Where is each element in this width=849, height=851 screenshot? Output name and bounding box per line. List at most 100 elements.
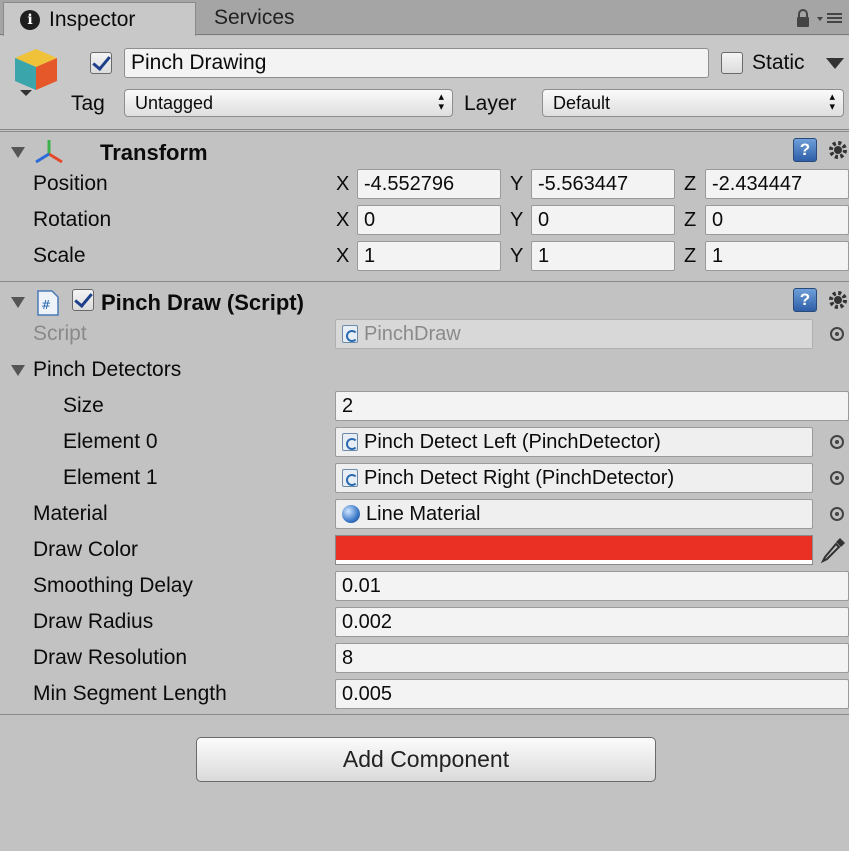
- draw-color-label: Draw Color: [33, 538, 139, 561]
- transform-header[interactable]: Transform ?: [0, 131, 849, 169]
- element-0-value: Pinch Detect Left (PinchDetector): [364, 430, 661, 453]
- pinch-draw-title: Pinch Draw (Script): [101, 290, 304, 315]
- foldout-arrow-icon[interactable]: [11, 297, 25, 308]
- size-label: Size: [63, 394, 104, 417]
- layer-dropdown[interactable]: Default ▴ ▾: [542, 89, 844, 117]
- position-y-field[interactable]: -5.563447: [531, 169, 675, 199]
- static-label: Static: [752, 51, 805, 74]
- element-0-field[interactable]: Pinch Detect Left (PinchDetector): [335, 427, 813, 457]
- pinch-detectors-label[interactable]: Pinch Detectors: [33, 358, 181, 382]
- svg-text:#: #: [41, 298, 51, 312]
- position-x-field[interactable]: -4.552796: [357, 169, 501, 199]
- material-value: Line Material: [366, 502, 481, 525]
- foldout-arrow-icon[interactable]: [11, 147, 25, 158]
- element-1-field[interactable]: Pinch Detect Right (PinchDetector): [335, 463, 813, 493]
- size-value: 2: [342, 394, 354, 417]
- axis-z-label: Z: [684, 209, 697, 231]
- pinch-draw-header[interactable]: # Pinch Draw (Script) ?: [0, 281, 849, 319]
- axis-x-label: X: [336, 209, 350, 231]
- axis-x-label: X: [336, 245, 350, 267]
- script-field: PinchDraw: [335, 319, 813, 349]
- scale-z-field[interactable]: 1: [705, 241, 849, 271]
- static-dropdown-icon[interactable]: [826, 58, 844, 70]
- object-picker-icon[interactable]: [830, 435, 844, 449]
- smoothing-delay-value: 0.01: [342, 574, 381, 597]
- script-value: PinchDraw: [364, 322, 461, 345]
- axis-x-label: X: [336, 173, 350, 195]
- axis-y-label: Y: [510, 209, 524, 231]
- rotation-y-field[interactable]: 0: [531, 205, 675, 235]
- position-z-value: -2.434447: [712, 172, 803, 195]
- gameobject-name-value: Pinch Drawing: [131, 51, 267, 74]
- add-component-button[interactable]: Add Component: [196, 737, 656, 782]
- axis-y-label: Y: [510, 245, 524, 267]
- help-icon[interactable]: ?: [793, 288, 817, 312]
- rotation-z-field[interactable]: 0: [705, 205, 849, 235]
- position-label: Position: [33, 172, 108, 195]
- script-file-icon: [342, 469, 358, 487]
- min-segment-length-label: Min Segment Length: [33, 682, 227, 705]
- smoothing-delay-field[interactable]: 0.01: [335, 571, 849, 601]
- rotation-z-value: 0: [712, 208, 724, 231]
- layer-dropdown-value: Default: [553, 92, 611, 113]
- pinch-detectors-foldout-icon[interactable]: [11, 365, 25, 376]
- position-x-value: -4.552796: [364, 172, 455, 195]
- axis-y-label: Y: [510, 173, 524, 195]
- draw-resolution-field[interactable]: 8: [335, 643, 849, 673]
- updown-arrows-icon: ▴ ▾: [829, 91, 835, 113]
- gear-icon[interactable]: [827, 289, 849, 311]
- info-icon: i: [20, 9, 40, 30]
- draw-radius-label: Draw Radius: [33, 610, 154, 633]
- axis-z-label: Z: [684, 173, 697, 195]
- draw-resolution-label: Draw Resolution: [33, 646, 188, 669]
- rotation-y-value: 0: [538, 208, 550, 231]
- pinch-draw-enabled-checkbox[interactable]: [72, 289, 94, 311]
- rotation-x-field[interactable]: 0: [357, 205, 501, 235]
- rotation-label: Rotation: [33, 208, 112, 231]
- tab-bar: i Inspector Services: [0, 0, 849, 36]
- scale-x-value: 1: [364, 244, 376, 267]
- object-picker-icon[interactable]: [830, 327, 844, 341]
- scale-x-field[interactable]: 1: [357, 241, 501, 271]
- position-y-value: -5.563447: [538, 172, 629, 195]
- object-picker-icon[interactable]: [830, 507, 844, 521]
- tab-services-label: Services: [214, 5, 295, 29]
- tab-services[interactable]: Services: [198, 0, 348, 35]
- draw-radius-field[interactable]: 0.002: [335, 607, 849, 637]
- tab-bar-controls: [795, 8, 843, 28]
- size-field[interactable]: 2: [335, 391, 849, 421]
- csharp-script-icon: #: [37, 290, 59, 316]
- material-field[interactable]: Line Material: [335, 499, 813, 529]
- tag-dropdown[interactable]: Untagged ▴ ▾: [124, 89, 453, 117]
- scale-y-value: 1: [538, 244, 550, 267]
- script-file-icon: [342, 325, 358, 343]
- scale-y-field[interactable]: 1: [531, 241, 675, 271]
- divider: [0, 714, 849, 715]
- scale-z-value: 1: [712, 244, 724, 267]
- element-1-value: Pinch Detect Right (PinchDetector): [364, 466, 675, 489]
- tab-inspector[interactable]: i Inspector: [3, 2, 196, 36]
- element-0-label: Element 0: [63, 430, 158, 453]
- lock-icon[interactable]: [795, 8, 811, 28]
- gear-icon[interactable]: [827, 139, 849, 161]
- gameobject-name-field[interactable]: Pinch Drawing: [124, 48, 709, 78]
- help-icon[interactable]: ?: [793, 138, 817, 162]
- updown-arrows-icon: ▴ ▾: [438, 91, 444, 113]
- axis-z-label: Z: [684, 245, 697, 267]
- position-z-field[interactable]: -2.434447: [705, 169, 849, 199]
- object-picker-icon[interactable]: [830, 471, 844, 485]
- static-checkbox[interactable]: [721, 52, 743, 74]
- gameobject-active-checkbox[interactable]: [90, 52, 112, 74]
- tag-label: Tag: [71, 92, 105, 115]
- transform-axes-icon: [35, 140, 63, 164]
- material-sphere-icon: [342, 505, 360, 523]
- gameobject-cube-icon[interactable]: [12, 46, 60, 102]
- eyedropper-icon[interactable]: [820, 535, 848, 565]
- min-segment-length-field[interactable]: 0.005: [335, 679, 849, 709]
- gameobject-header: Pinch Drawing Static Tag Untagged ▴ ▾ Lay…: [0, 36, 849, 130]
- draw-radius-value: 0.002: [342, 610, 393, 633]
- draw-color-field[interactable]: [335, 535, 813, 565]
- rotation-x-value: 0: [364, 208, 376, 231]
- menu-icon[interactable]: [817, 10, 843, 26]
- script-label: Script: [33, 322, 87, 345]
